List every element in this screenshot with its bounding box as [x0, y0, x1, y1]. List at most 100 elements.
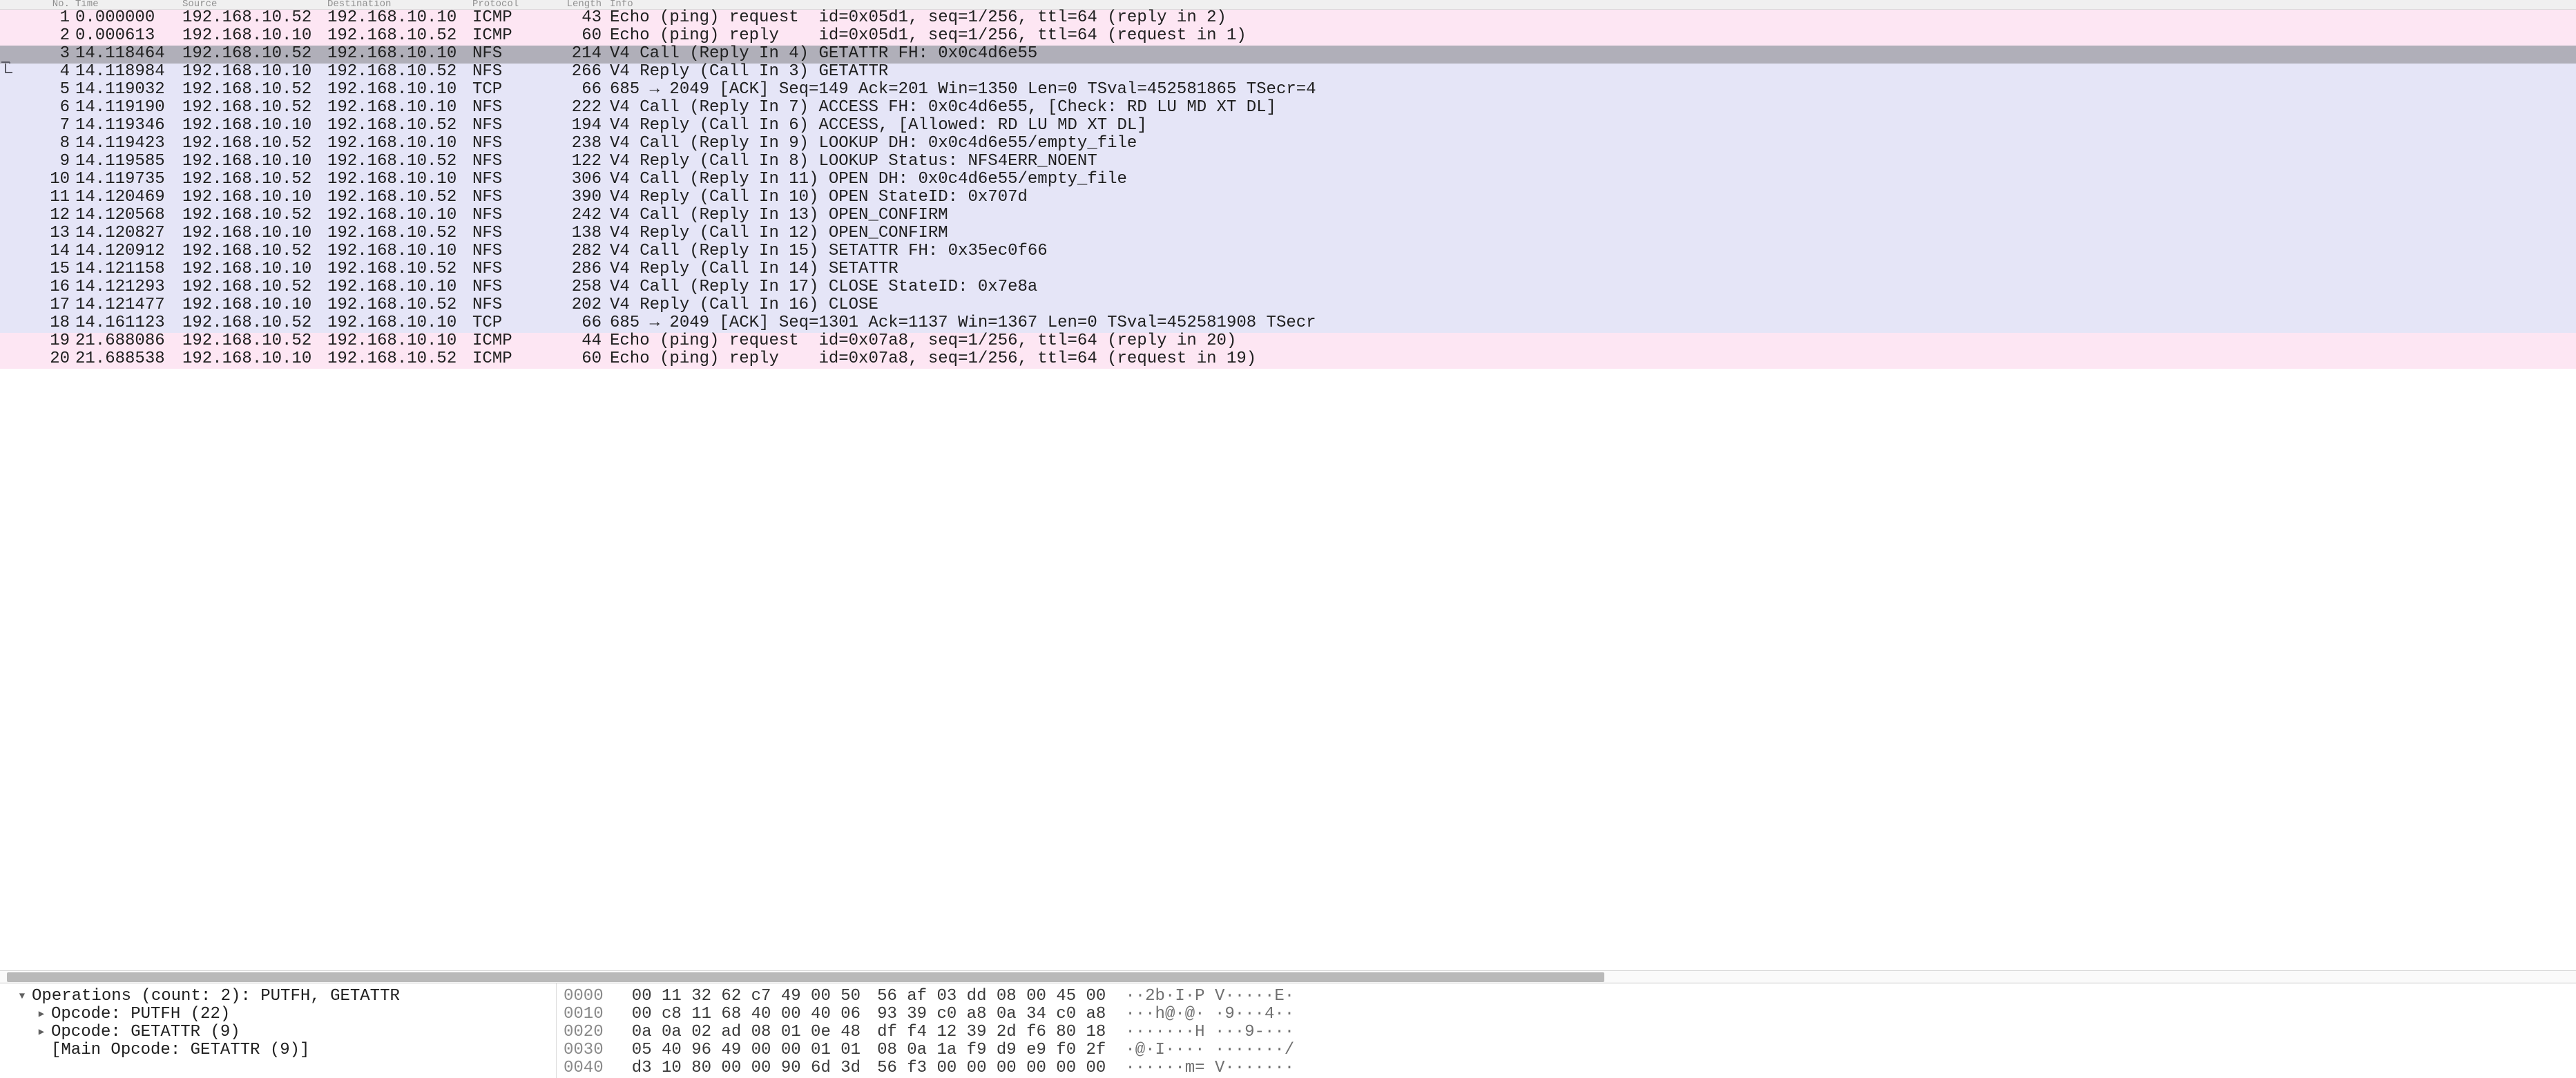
packet-row[interactable]: 1014.119735192.168.10.52192.168.10.10NFS… [0, 171, 2576, 189]
cell-time: 14.119735 [73, 171, 180, 189]
cell-source: 192.168.10.52 [180, 9, 325, 27]
packet-row[interactable]: 814.119423192.168.10.52192.168.10.10NFS2… [0, 135, 2576, 153]
packet-row[interactable]: 2021.688538192.168.10.10192.168.10.52ICM… [0, 351, 2576, 369]
expand-caret-icon[interactable] [36, 1008, 47, 1021]
cell-destination: 192.168.10.10 [325, 206, 470, 224]
tree-node[interactable]: Opcode: PUTFH (22) [12, 1005, 549, 1023]
cell-source: 192.168.10.10 [180, 260, 325, 278]
col-header-no[interactable]: No. [14, 0, 73, 10]
cell-source: 192.168.10.52 [180, 278, 325, 296]
cell-length: 242 [552, 206, 604, 224]
related-marker [0, 333, 14, 351]
hex-row[interactable]: 0020 0a 0a 02 ad 08 01 0e 48df f4 12 39 … [564, 1023, 2576, 1041]
packet-row[interactable]: 1314.120827192.168.10.10192.168.10.52NFS… [0, 225, 2576, 243]
related-marker [0, 28, 14, 46]
hex-bytes-group-1: 0a 0a 02 ad 08 01 0e 48 [612, 1023, 861, 1041]
packet-details-pane[interactable]: Operations (count: 2): PUTFH, GETATTROpc… [0, 983, 556, 1078]
cell-length: 60 [552, 27, 604, 45]
tree-node-label: Opcode: GETATTR (9) [51, 1023, 240, 1041]
hex-row[interactable]: 0000 00 11 32 62 c7 49 00 5056 af 03 dd … [564, 988, 2576, 1005]
packet-row[interactable]: 10.000000192.168.10.52192.168.10.10ICMP4… [0, 10, 2576, 28]
tree-node-label: Operations (count: 2): PUTFH, GETATTR [32, 988, 400, 1005]
hex-offset: 0030 [564, 1041, 612, 1059]
cell-protocol: NFS [470, 242, 552, 260]
packet-list-pane[interactable]: No. Time Source Destination Protocol Len… [0, 0, 2576, 970]
cell-protocol: TCP [470, 314, 552, 332]
cell-length: 282 [552, 242, 604, 260]
packet-row[interactable]: 1714.121477192.168.10.10192.168.10.52NFS… [0, 297, 2576, 315]
packet-list-hscrollbar[interactable] [0, 970, 2576, 983]
tree-node[interactable]: Operations (count: 2): PUTFH, GETATTR [12, 988, 549, 1005]
col-header-info[interactable]: Info [604, 0, 2576, 10]
cell-no: 7 [14, 117, 73, 135]
packet-row[interactable]: 1921.688086192.168.10.52192.168.10.10ICM… [0, 333, 2576, 351]
packet-row[interactable]: 1114.120469192.168.10.10192.168.10.52NFS… [0, 189, 2576, 207]
hex-row[interactable]: 0040 d3 10 80 00 00 90 6d 3d56 f3 00 00 … [564, 1059, 2576, 1077]
packet-row[interactable]: 914.119585192.168.10.10192.168.10.52NFS1… [0, 153, 2576, 171]
cell-no: 4 [14, 63, 73, 81]
packet-list[interactable]: No. Time Source Destination Protocol Len… [0, 0, 2576, 369]
packet-row[interactable]: 1814.161123192.168.10.52192.168.10.10TCP… [0, 315, 2576, 333]
col-header-time[interactable]: Time [73, 0, 180, 10]
cell-destination: 192.168.10.52 [325, 153, 470, 171]
packet-row[interactable]: 20.000613192.168.10.10192.168.10.52ICMP6… [0, 28, 2576, 46]
packet-bytes-pane[interactable]: 0000 00 11 32 62 c7 49 00 5056 af 03 dd … [556, 983, 2576, 1078]
col-header-length[interactable]: Length [552, 0, 604, 10]
hex-ascii: ·@·I···· ·······/ [1106, 1041, 1294, 1059]
cell-no: 20 [14, 350, 73, 368]
hex-bytes-group-1: 05 40 96 49 00 00 01 01 [612, 1041, 861, 1059]
hex-row[interactable]: 0010 00 c8 11 68 40 00 40 0693 39 c0 a8 … [564, 1005, 2576, 1023]
packet-list-hscrollbar-thumb[interactable] [7, 972, 1604, 982]
cell-info: Echo (ping) request id=0x07a8, seq=1/256… [604, 332, 2576, 350]
cell-no: 12 [14, 206, 73, 224]
cell-no: 10 [14, 171, 73, 189]
tree-node-label: [Main Opcode: GETATTR (9)] [51, 1041, 309, 1059]
cell-time: 21.688538 [73, 350, 180, 368]
cell-destination: 192.168.10.10 [325, 242, 470, 260]
expand-caret-icon[interactable] [17, 990, 28, 1003]
related-marker [0, 81, 14, 99]
cell-time: 0.000613 [73, 27, 180, 45]
expand-caret-icon[interactable] [36, 1026, 47, 1039]
hex-ascii: ······m= V······· [1106, 1059, 1294, 1077]
cell-length: 44 [552, 332, 604, 350]
cell-source: 192.168.10.52 [180, 135, 325, 153]
cell-source: 192.168.10.10 [180, 189, 325, 206]
packet-row[interactable]: 514.119032192.168.10.52192.168.10.10TCP6… [0, 81, 2576, 99]
packet-row[interactable]: 1514.121158192.168.10.10192.168.10.52NFS… [0, 261, 2576, 279]
cell-info: V4 Call (Reply In 13) OPEN_CONFIRM [604, 206, 2576, 224]
tree-node[interactable]: Opcode: GETATTR (9) [12, 1023, 549, 1041]
col-header-destination[interactable]: Destination [325, 0, 470, 10]
cell-destination: 192.168.10.10 [325, 81, 470, 99]
packet-row[interactable]: 714.119346192.168.10.10192.168.10.52NFS1… [0, 117, 2576, 135]
hex-offset: 0000 [564, 988, 612, 1005]
related-marker [0, 261, 14, 279]
packet-row[interactable]: 414.118984192.168.10.10192.168.10.52NFS2… [0, 64, 2576, 81]
cell-info: V4 Call (Reply In 15) SETATTR FH: 0x35ec… [604, 242, 2576, 260]
cell-no: 15 [14, 260, 73, 278]
cell-source: 192.168.10.52 [180, 332, 325, 350]
col-header-source[interactable]: Source [180, 0, 325, 10]
cell-time: 14.120469 [73, 189, 180, 206]
cell-info: V4 Call (Reply In 4) GETATTR FH: 0x0c4d6… [604, 45, 2576, 63]
packet-row[interactable]: 1614.121293192.168.10.52192.168.10.10NFS… [0, 279, 2576, 297]
cell-info: V4 Call (Reply In 17) CLOSE StateID: 0x7… [604, 278, 2576, 296]
col-header-protocol[interactable]: Protocol [470, 0, 552, 10]
cell-destination: 192.168.10.10 [325, 99, 470, 117]
hex-row[interactable]: 0030 05 40 96 49 00 00 01 0108 0a 1a f9 … [564, 1041, 2576, 1059]
packet-row[interactable]: 1214.120568192.168.10.52192.168.10.10NFS… [0, 207, 2576, 225]
related-marker [0, 189, 14, 207]
packet-list-header[interactable]: No. Time Source Destination Protocol Len… [0, 0, 2576, 10]
tree-node[interactable]: ▶[Main Opcode: GETATTR (9)] [12, 1041, 549, 1059]
cell-length: 194 [552, 117, 604, 135]
packet-row[interactable]: 1414.120912192.168.10.52192.168.10.10NFS… [0, 243, 2576, 261]
cell-time: 14.161123 [73, 314, 180, 332]
cell-time: 0.000000 [73, 9, 180, 27]
cell-time: 14.119585 [73, 153, 180, 171]
cell-no: 9 [14, 153, 73, 171]
cell-destination: 192.168.10.52 [325, 27, 470, 45]
cell-time: 21.688086 [73, 332, 180, 350]
packet-row[interactable]: 314.118464192.168.10.52192.168.10.10NFS2… [0, 46, 2576, 64]
cell-time: 14.120827 [73, 224, 180, 242]
packet-row[interactable]: 614.119190192.168.10.52192.168.10.10NFS2… [0, 99, 2576, 117]
